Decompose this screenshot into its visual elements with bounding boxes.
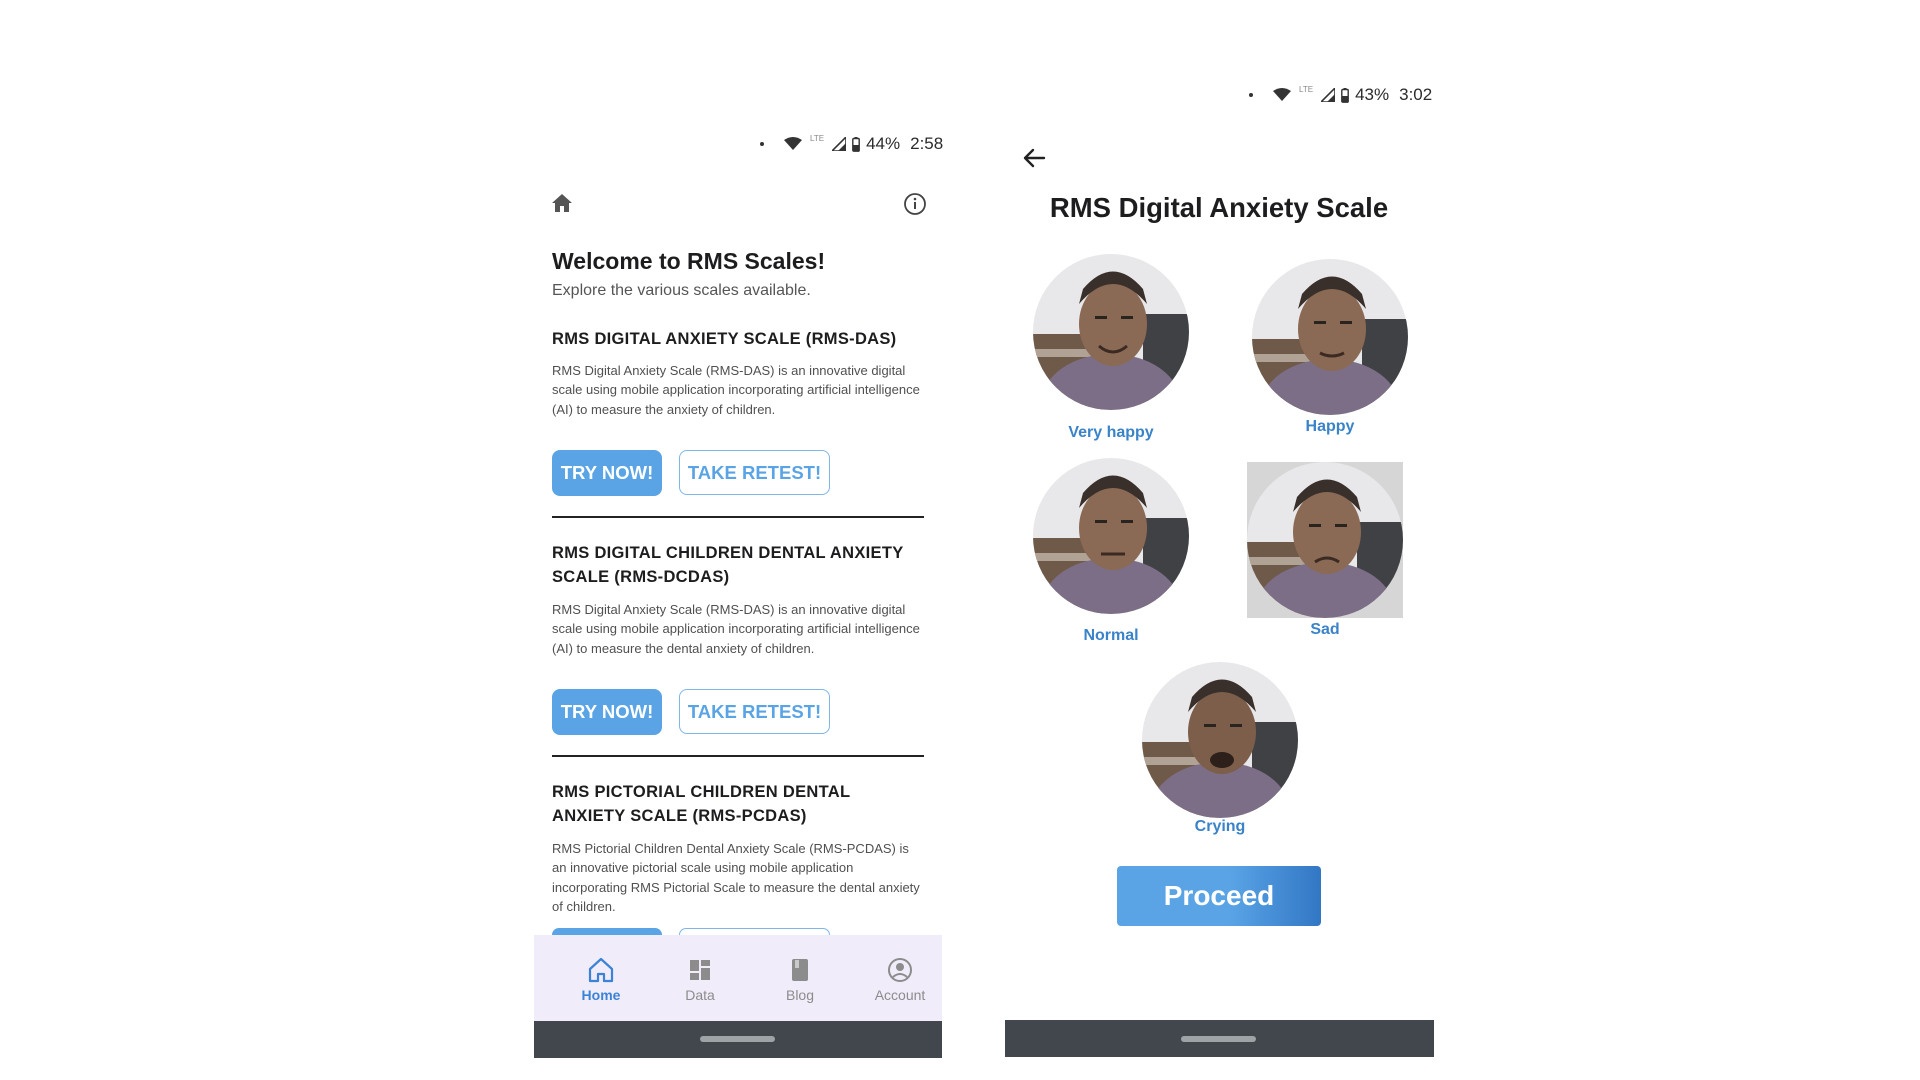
- network-type: LTE: [1299, 84, 1314, 94]
- try-now-button-rms-das[interactable]: TRY NOW!: [552, 450, 662, 496]
- try-now-button-rms-pcdas[interactable]: [552, 928, 662, 935]
- face-photo-wrapper: [1247, 462, 1403, 618]
- scale-title-rms-pcdas: RMS PICTORIAL CHILDREN DENTAL ANXIETY SC…: [552, 783, 851, 825]
- scale-description-rms-das: RMS Digital Anxiety Scale (RMS-DAS) is a…: [552, 363, 920, 417]
- system-navigation-bar: [1005, 1020, 1434, 1057]
- proceed-button[interactable]: Proceed: [1117, 866, 1321, 926]
- nav-data-label: Data: [685, 987, 715, 1003]
- arrow-left-icon[interactable]: [1022, 147, 1046, 169]
- nav-blog-label: Blog: [785, 987, 815, 1003]
- face-label-crying: Crying: [1194, 818, 1246, 835]
- home-icon[interactable]: [551, 193, 573, 213]
- face-photo: [1247, 462, 1403, 618]
- section-divider: [552, 755, 924, 757]
- dashboard-icon: [690, 960, 710, 980]
- welcome-subtitle: Explore the various scales available.: [552, 282, 811, 299]
- bottom-navigation: Home Data Blog Account: [534, 935, 942, 1027]
- nav-home-label: Home: [581, 987, 621, 1003]
- battery-percent: 43%: [1355, 85, 1390, 104]
- system-navigation-bar: [534, 1021, 942, 1058]
- scale-title-rms-das: RMS DIGITAL ANXIETY SCALE (RMS-DAS): [552, 330, 897, 348]
- try-now-button-rms-dcdas[interactable]: TRY NOW!: [552, 689, 662, 735]
- notification-dot: [1249, 93, 1253, 97]
- face-label-very-happy: Very happy: [1068, 424, 1154, 441]
- section-divider: [552, 516, 924, 518]
- face-photo: [1252, 259, 1408, 415]
- book-icon: [792, 959, 808, 981]
- nav-blog[interactable]: Blog: [760, 957, 840, 1003]
- take-retest-button-rms-das[interactable]: TAKE RETEST!: [679, 450, 830, 495]
- battery-icon: [1341, 87, 1349, 103]
- network-type: LTE: [810, 133, 825, 143]
- nav-account[interactable]: Account: [860, 957, 940, 1003]
- gesture-handle[interactable]: [700, 1036, 775, 1042]
- welcome-title: Welcome to RMS Scales!: [552, 248, 826, 274]
- face-label-happy: Happy: [1305, 418, 1355, 435]
- wifi-icon: [784, 137, 802, 150]
- notification-dot: [760, 142, 764, 146]
- clock: 2:58: [910, 134, 944, 153]
- cell-signal-icon: [832, 137, 847, 151]
- take-retest-button-rms-dcdas[interactable]: TAKE RETEST!: [679, 689, 830, 734]
- scale-description-rms-pcdas: RMS Pictorial Children Dental Anxiety Sc…: [552, 841, 920, 915]
- face-option-crying[interactable]: [1142, 662, 1298, 818]
- face-photo: [1142, 662, 1298, 818]
- cell-signal-icon: [1321, 88, 1336, 102]
- status-bar: LTE 44% 2:58: [760, 134, 943, 154]
- status-bar: LTE 43% 3:02: [1249, 85, 1432, 105]
- battery-percent: 44%: [866, 134, 901, 153]
- screen-title: RMS Digital Anxiety Scale: [1049, 192, 1389, 223]
- wifi-icon: [1273, 88, 1291, 101]
- gesture-handle[interactable]: [1181, 1036, 1256, 1042]
- take-retest-button-rms-pcdas[interactable]: [679, 928, 830, 935]
- nav-data[interactable]: Data: [660, 957, 740, 1003]
- home-icon: [588, 957, 614, 983]
- face-option-happy[interactable]: [1252, 259, 1408, 415]
- face-photo: [1033, 254, 1189, 410]
- face-option-normal[interactable]: [1033, 458, 1189, 614]
- face-option-very-happy[interactable]: [1033, 254, 1189, 410]
- account-circle-icon: [888, 958, 912, 982]
- info-icon[interactable]: [903, 192, 927, 216]
- face-option-sad[interactable]: [1247, 462, 1403, 618]
- clock: 3:02: [1399, 85, 1433, 104]
- battery-icon: [852, 136, 860, 152]
- face-photo: [1033, 458, 1189, 614]
- nav-account-label: Account: [874, 987, 926, 1003]
- face-label-sad: Sad: [1310, 621, 1340, 638]
- nav-home[interactable]: Home: [561, 957, 641, 1003]
- scale-description-rms-dcdas: RMS Digital Anxiety Scale (RMS-DAS) is a…: [552, 602, 920, 656]
- face-label-normal: Normal: [1083, 627, 1139, 644]
- scale-title-rms-dcdas: RMS DIGITAL CHILDREN DENTAL ANXIETY SCAL…: [552, 544, 904, 586]
